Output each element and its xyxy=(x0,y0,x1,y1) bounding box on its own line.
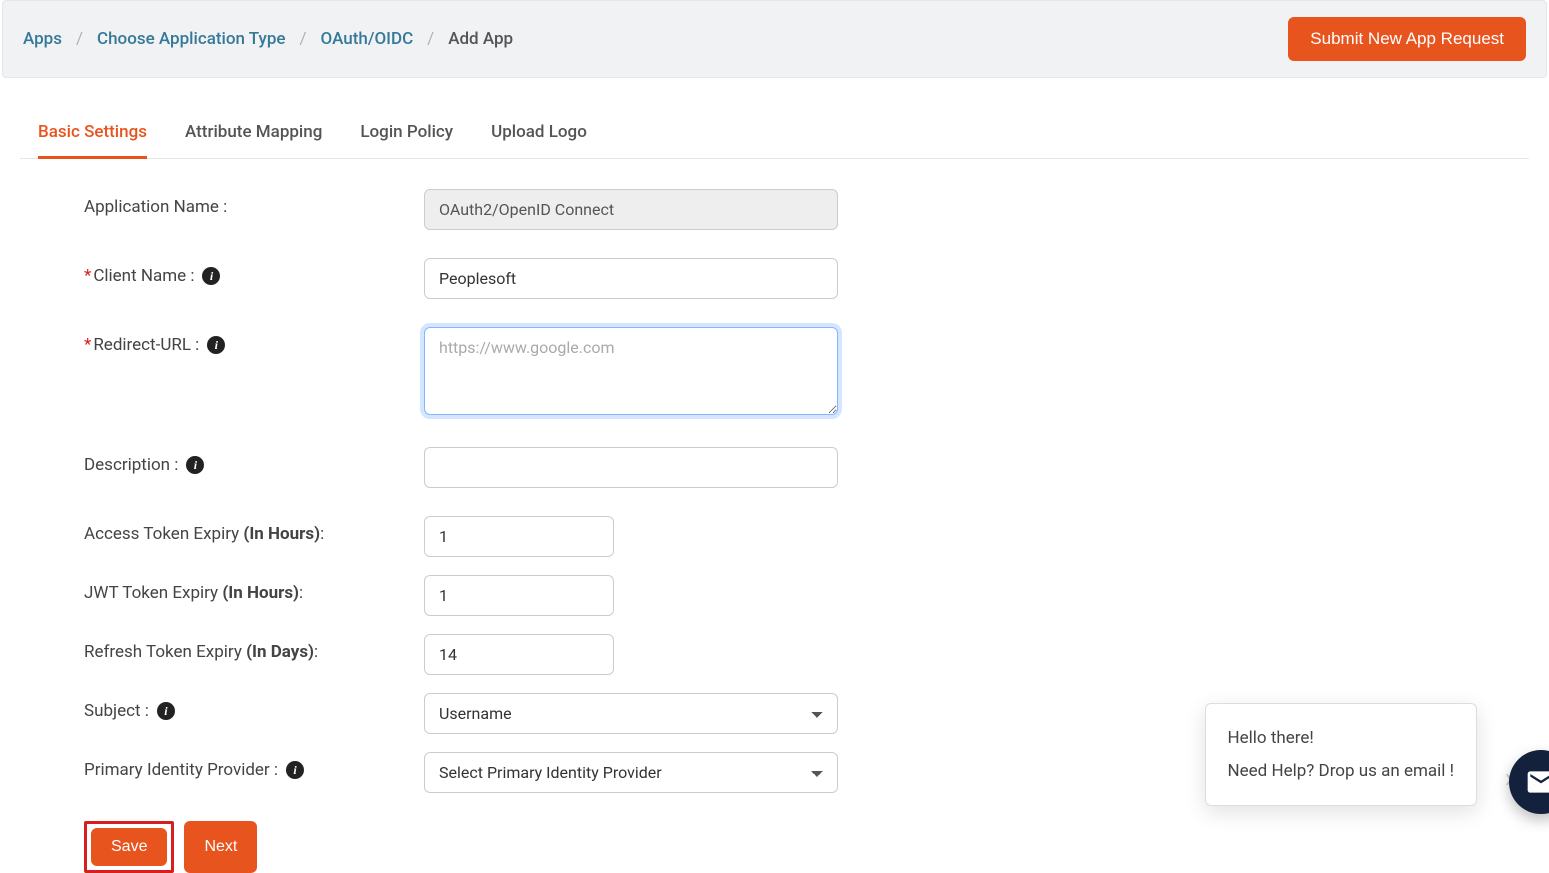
application-name-value: OAuth2/OpenID Connect xyxy=(424,189,838,230)
label-access-token-expiry: Access Token Expiry (In Hours): xyxy=(84,516,424,544)
info-icon[interactable]: i xyxy=(286,761,304,779)
redirect-url-textarea[interactable]: <span class="blurred-text"></span> xyxy=(424,327,838,415)
chat-line-2: Need Help? Drop us an email ! xyxy=(1228,755,1455,787)
button-row: Save Next xyxy=(20,821,1529,873)
required-marker: * xyxy=(84,335,91,355)
tab-basic-settings[interactable]: Basic Settings xyxy=(38,122,147,159)
subject-select[interactable]: Username xyxy=(424,693,838,734)
breadcrumb-sep: / xyxy=(300,29,307,49)
breadcrumb-current: Add App xyxy=(448,29,513,49)
breadcrumb-sep: / xyxy=(427,29,434,49)
refresh-token-expiry-input[interactable] xyxy=(424,634,614,675)
info-icon[interactable]: i xyxy=(157,702,175,720)
tab-login-policy[interactable]: Login Policy xyxy=(360,122,453,159)
required-marker: * xyxy=(84,266,91,286)
description-input[interactable] xyxy=(424,447,838,488)
client-name-input[interactable] xyxy=(424,258,838,299)
breadcrumb-sep: / xyxy=(76,29,83,49)
breadcrumb: Apps / Choose Application Type / OAuth/O… xyxy=(23,29,513,49)
tab-attribute-mapping[interactable]: Attribute Mapping xyxy=(185,122,322,159)
save-highlight: Save xyxy=(84,821,174,873)
breadcrumb-oauth-oidc[interactable]: OAuth/OIDC xyxy=(321,29,414,49)
jwt-token-expiry-input[interactable] xyxy=(424,575,614,616)
info-icon[interactable]: i xyxy=(202,267,220,285)
mail-icon xyxy=(1525,766,1549,798)
label-jwt-token-expiry: JWT Token Expiry (In Hours): xyxy=(84,575,424,603)
info-icon[interactable]: i xyxy=(207,336,225,354)
label-client-name: *Client Name : i xyxy=(84,258,424,286)
primary-idp-select[interactable]: Select Primary Identity Provider xyxy=(424,752,838,793)
tab-upload-logo[interactable]: Upload Logo xyxy=(491,122,587,159)
next-button[interactable]: Next xyxy=(184,821,257,873)
label-subject: Subject : i xyxy=(84,693,424,721)
label-description: Description : i xyxy=(84,447,424,475)
submit-new-app-request-button[interactable]: Submit New App Request xyxy=(1288,17,1526,61)
chat-popup: Hello there! Need Help? Drop us an email… xyxy=(1205,703,1478,806)
save-button[interactable]: Save xyxy=(91,828,167,866)
breadcrumb-bar: Apps / Choose Application Type / OAuth/O… xyxy=(2,0,1547,78)
label-primary-idp: Primary Identity Provider : i xyxy=(84,752,424,780)
chat-line-1: Hello there! xyxy=(1228,722,1455,754)
tabs: Basic Settings Attribute Mapping Login P… xyxy=(20,122,1529,159)
access-token-expiry-input[interactable] xyxy=(424,516,614,557)
label-redirect-url: *Redirect-URL : i xyxy=(84,327,424,355)
breadcrumb-choose-app-type[interactable]: Choose Application Type xyxy=(97,29,286,49)
info-icon[interactable]: i xyxy=(186,456,204,474)
label-refresh-token-expiry: Refresh Token Expiry (In Days): xyxy=(84,634,424,662)
breadcrumb-apps[interactable]: Apps xyxy=(23,29,62,49)
label-application-name: Application Name : xyxy=(84,189,424,217)
